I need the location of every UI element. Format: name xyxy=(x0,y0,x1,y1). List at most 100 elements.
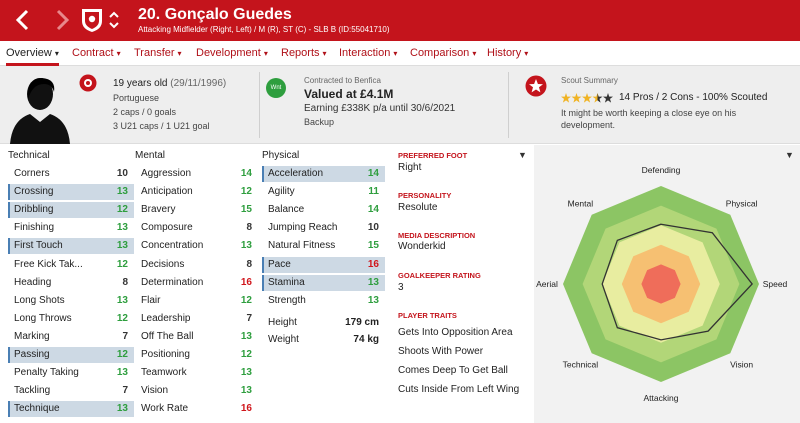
attribute-value: 13 xyxy=(367,276,379,288)
back-arrow-icon[interactable] xyxy=(12,8,32,32)
menu-development[interactable]: Development ▾ xyxy=(196,41,268,66)
menu-contract-label: Contract xyxy=(72,47,114,59)
attribute-row[interactable]: Positioning 12 xyxy=(135,347,258,363)
attribute-value: 8 xyxy=(122,276,128,288)
attribute-row[interactable]: Work Rate 16 xyxy=(135,401,258,417)
attribute-row[interactable]: Flair 12 xyxy=(135,293,258,309)
attribute-row[interactable]: Corners 10 xyxy=(8,166,134,182)
player-age: 19 years old (29/11/1996) xyxy=(113,78,226,89)
radar-label: Defending xyxy=(642,165,681,175)
attribute-row[interactable]: Technique 13 xyxy=(8,401,134,418)
attribute-row[interactable]: Acceleration 14 xyxy=(262,166,385,182)
attribute-row[interactable]: Tackling 7 xyxy=(8,383,134,399)
attribute-row[interactable]: Determination 16 xyxy=(135,275,258,291)
attribute-value: 12 xyxy=(116,312,128,324)
attribute-name: Off The Ball xyxy=(141,330,194,342)
attribute-row[interactable]: Jumping Reach 10 xyxy=(262,220,385,236)
attribute-row[interactable]: Free Kick Tak... 12 xyxy=(8,257,134,273)
menu-transfer[interactable]: Transfer ▾ xyxy=(134,41,182,66)
menu-transfer-label: Transfer xyxy=(134,47,175,59)
attribute-name: Anticipation xyxy=(141,186,193,198)
menu-interaction[interactable]: Interaction ▾ xyxy=(339,41,397,66)
attribute-name: Technique xyxy=(14,403,60,415)
attribute-value: 14 xyxy=(240,168,252,179)
attribute-value: 13 xyxy=(116,186,128,198)
attribute-row[interactable]: Long Throws 12 xyxy=(8,311,134,327)
chevron-down-icon: ▾ xyxy=(472,49,477,58)
attribute-value: 13 xyxy=(240,367,252,379)
attribute-value: 16 xyxy=(367,258,379,270)
attribute-name: Composure xyxy=(141,222,193,234)
forward-arrow-icon[interactable] xyxy=(52,8,72,32)
attribute-value: 7 xyxy=(246,312,252,324)
attribute-value: 13 xyxy=(116,294,128,306)
radar-label: Speed xyxy=(763,279,788,289)
attribute-row[interactable]: Stamina 13 xyxy=(262,274,385,291)
attribute-value: 13 xyxy=(240,385,252,397)
goalkeeper-rating-value: 3 xyxy=(398,282,404,293)
attribute-name: Dribbling xyxy=(14,204,54,216)
attribute-row[interactable]: Natural Fitness 15 xyxy=(262,238,385,254)
attribute-row[interactable]: Concentration 13 xyxy=(135,238,258,254)
attribute-value: 13 xyxy=(240,330,252,342)
attribute-row[interactable]: Agility 11 xyxy=(262,184,385,200)
attribute-row[interactable]: Teamwork 13 xyxy=(135,365,258,381)
menu-overview[interactable]: Overview ▾ xyxy=(6,41,59,66)
contract-club: Contracted to Benfica xyxy=(304,76,381,85)
radar-label: Vision xyxy=(730,360,753,370)
radar-label: Aerial xyxy=(536,279,558,289)
attribute-row[interactable]: Bravery 15 xyxy=(135,202,258,218)
senior-caps: 2 caps / 0 goals xyxy=(113,107,177,117)
attribute-value: 13 xyxy=(116,222,128,234)
attribute-value: 15 xyxy=(240,204,252,216)
attribute-row[interactable]: Decisions 8 xyxy=(135,257,258,273)
attribute-row[interactable]: Anticipation 12 xyxy=(135,184,258,200)
attribute-row[interactable]: Crossing 13 xyxy=(8,184,134,201)
attribute-row[interactable]: Long Shots 13 xyxy=(8,293,134,309)
player-value: Valued at £4.1M xyxy=(304,87,394,101)
weight-label: Weight xyxy=(268,334,299,345)
chevron-down-icon[interactable]: ▼ xyxy=(518,150,527,160)
radar-label: Technical xyxy=(563,360,599,370)
menu-contract[interactable]: Contract ▾ xyxy=(72,41,121,66)
attribute-row[interactable]: Balance 14 xyxy=(262,202,385,218)
attribute-value: 14 xyxy=(367,168,379,179)
attribute-row[interactable]: Finishing 13 xyxy=(8,220,134,236)
attribute-row[interactable]: Heading 8 xyxy=(8,275,134,291)
preferred-foot-value: Right xyxy=(398,162,422,173)
attribute-row[interactable]: Pace 16 xyxy=(262,256,385,273)
attribute-name: Stamina xyxy=(268,276,305,288)
attribute-name: Long Throws xyxy=(14,312,72,324)
attribute-name: Aggression xyxy=(141,168,192,179)
attribute-row[interactable]: Marking 7 xyxy=(8,329,134,345)
attribute-value: 12 xyxy=(240,349,252,360)
attribute-value: 14 xyxy=(367,204,379,216)
attribute-row[interactable]: Aggression 14 xyxy=(135,166,258,182)
attribute-row[interactable]: Off The Ball 13 xyxy=(135,329,258,345)
attribute-row[interactable]: First Touch 13 xyxy=(8,238,134,255)
squad-status: Backup xyxy=(304,117,335,127)
menu-overview-label: Overview xyxy=(6,47,52,59)
chevron-down-icon[interactable]: ▼ xyxy=(785,150,794,160)
attribute-row[interactable]: Leadership 7 xyxy=(135,311,258,327)
attribute-name: Positioning xyxy=(141,349,190,360)
attribute-row[interactable]: Vision 13 xyxy=(135,383,258,399)
club-crest-icon xyxy=(79,74,97,92)
attribute-name: Work Rate xyxy=(141,403,189,415)
menu-comparison[interactable]: Comparison ▾ xyxy=(410,41,476,66)
attribute-name: Pace xyxy=(268,258,291,270)
up-down-chevron-icon[interactable] xyxy=(108,8,120,32)
attribute-row[interactable]: Passing 12 xyxy=(8,347,134,363)
attribute-value: 10 xyxy=(116,168,128,179)
goalkeeper-rating-title: GOALKEEPER RATING xyxy=(398,271,481,280)
attribute-row[interactable]: Dribbling 12 xyxy=(8,202,134,219)
personality-title: PERSONALITY xyxy=(398,191,452,200)
menu-history[interactable]: History ▾ xyxy=(487,41,528,66)
attribute-row[interactable]: Penalty Taking 13 xyxy=(8,365,134,381)
attribute-row[interactable]: Strength 13 xyxy=(262,293,385,309)
attribute-row[interactable]: Composure 8 xyxy=(135,220,258,236)
attribute-name: Strength xyxy=(268,294,306,306)
menu-reports[interactable]: Reports ▾ xyxy=(281,41,327,66)
attribute-value: 13 xyxy=(116,367,128,379)
attribute-value: 13 xyxy=(116,403,128,415)
